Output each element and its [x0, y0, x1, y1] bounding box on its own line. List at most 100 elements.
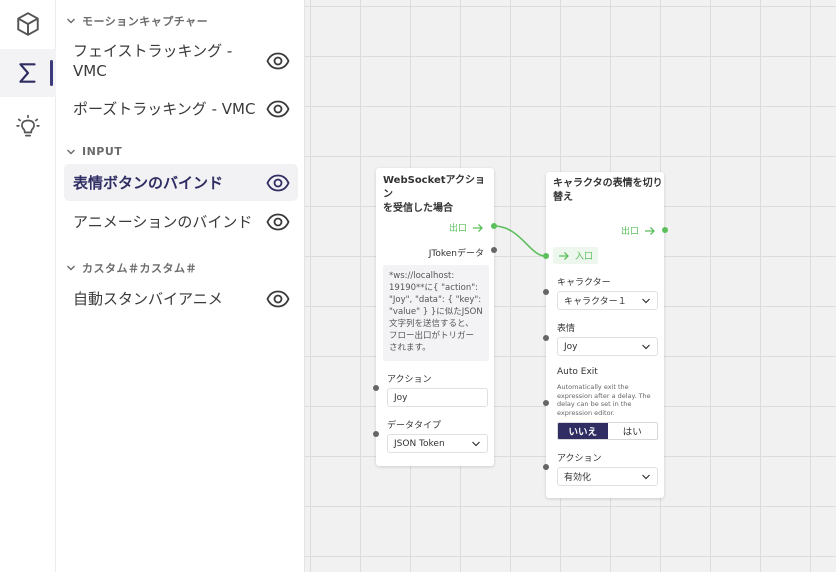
- flow-input[interactable]: 入口: [553, 247, 599, 264]
- sidebar-item-label: アニメーションのバインド: [73, 213, 253, 231]
- category-label: カスタム＃カスタム＃: [82, 262, 197, 275]
- arrow-right-icon: [473, 223, 483, 232]
- chevron-down-icon: [642, 298, 650, 303]
- arrow-right-icon: [645, 226, 655, 235]
- node-description: *ws://localhost: 19190**に{ "action": "Jo…: [383, 265, 489, 361]
- auto-exit-label: Auto Exit: [557, 367, 598, 377]
- desc-line: expression after a delay. The: [557, 391, 651, 400]
- auto-exit-toggle[interactable]: いいえ はい: [557, 422, 658, 440]
- sidebar-item-label-line2: VMC: [73, 62, 107, 80]
- category-motion-capture[interactable]: モーションキャプチャー: [66, 13, 208, 29]
- node-title-line2: 替え: [553, 192, 573, 203]
- eye-icon[interactable]: [266, 97, 290, 121]
- desc-line: フロー出口がトリガー: [389, 331, 475, 341]
- action-label: アクション: [387, 375, 432, 385]
- desc-line: delay can be set in the: [557, 400, 632, 408]
- sidebar-item-label-line1: フェイストラッキング -: [73, 42, 233, 60]
- desc-line: "Joy", "data": { "key":: [389, 295, 482, 305]
- character-input-port[interactable]: [543, 289, 549, 295]
- icon-rail: [0, 0, 56, 572]
- sidebar-item-pose-tracking[interactable]: ポーズトラッキング - VMC: [64, 96, 298, 122]
- desc-line: *ws://localhost:: [389, 271, 455, 281]
- chevron-down-icon: [67, 18, 75, 24]
- character-select[interactable]: キャラクター１: [557, 291, 658, 310]
- sidebar-item-auto-standby[interactable]: 自動スタンバイアニメ: [64, 286, 298, 312]
- toggle-option-yes[interactable]: はい: [607, 423, 657, 439]
- sidebar-item-label: フェイストラッキング - VMC: [73, 41, 232, 81]
- sidebar-item-label: 表情ボタンのバインド: [73, 173, 224, 192]
- node-title-line1: キャラクタの表情を切り: [553, 178, 663, 189]
- node-title: WebSocketアクション を受信した場合: [383, 174, 494, 216]
- token-data-output-label: JTokenデータ: [428, 249, 484, 259]
- rail-active-indicator: [50, 60, 53, 86]
- flow-output-label: 出口: [448, 224, 467, 234]
- category-label: INPUT: [82, 145, 123, 158]
- category-input[interactable]: INPUT: [66, 145, 122, 158]
- auto-exit-description: Automatically exit the expression after …: [557, 383, 661, 417]
- node-websocket-receive[interactable]: WebSocketアクション を受信した場合 出口 JTokenデータ *ws:…: [376, 168, 494, 466]
- action-select[interactable]: 有効化: [557, 467, 658, 486]
- character-select-value: キャラクター１: [564, 297, 627, 307]
- sidebar-item-label: 自動スタンバイアニメ: [73, 290, 223, 308]
- node-title-line1: WebSocketアクション: [383, 175, 486, 200]
- node-title: キャラクタの表情を切り 替え: [553, 177, 663, 205]
- rail-button-assets[interactable]: [0, 0, 56, 48]
- action-input-port[interactable]: [373, 385, 379, 391]
- sidebar-item-label: ポーズトラッキング - VMC: [73, 100, 256, 118]
- sigma-icon: [19, 63, 36, 83]
- token-output-port[interactable]: [491, 247, 497, 253]
- lightbulb-icon: [16, 114, 40, 137]
- flow-input-port[interactable]: [543, 253, 549, 259]
- expression-select[interactable]: Joy: [557, 337, 658, 356]
- rail-button-blueprints[interactable]: [0, 49, 56, 97]
- flow-output-label: 出口: [620, 227, 639, 237]
- flow-output[interactable]: 出口: [621, 224, 656, 237]
- rail-button-ideas[interactable]: [0, 103, 56, 151]
- node-graph-canvas[interactable]: WebSocketアクション を受信した場合 出口 JTokenデータ *ws:…: [305, 0, 836, 572]
- expression-label: 表情: [557, 324, 576, 334]
- desc-line: 19190**に{ "action":: [389, 283, 478, 293]
- sidebar-item-expression-binding[interactable]: 表情ボタンのバインド: [64, 164, 298, 201]
- datatype-select-value: JSON Token: [394, 438, 445, 449]
- desc-line: されます。: [389, 343, 431, 353]
- action-input[interactable]: Joy: [387, 388, 488, 407]
- expression-select-value: Joy: [564, 341, 578, 352]
- chevron-down-icon: [67, 265, 75, 271]
- desc-line: expression editor.: [557, 408, 615, 417]
- eye-icon[interactable]: [266, 287, 290, 311]
- desc-line: 文字列を送信すると、: [389, 319, 474, 329]
- action-input-port[interactable]: [543, 464, 549, 470]
- desc-line: Automatically exit the: [557, 383, 629, 391]
- flow-output[interactable]: 出口: [449, 221, 484, 234]
- action-input-value: Joy: [394, 392, 408, 403]
- flow-input-label: 入口: [575, 252, 594, 262]
- eye-icon[interactable]: [266, 49, 290, 73]
- category-label: モーションキャプチャー: [82, 15, 209, 28]
- category-custom[interactable]: カスタム＃カスタム＃: [66, 260, 197, 276]
- cube-icon: [17, 12, 39, 36]
- chevron-down-icon: [642, 344, 650, 349]
- node-title-line2: を受信した場合: [383, 203, 453, 214]
- action-label: アクション: [557, 454, 602, 464]
- datatype-select[interactable]: JSON Token: [387, 434, 488, 453]
- blueprint-sidebar: モーションキャプチャー フェイストラッキング - VMC ポーズトラッキング -…: [56, 0, 305, 572]
- flow-output-port[interactable]: [491, 223, 497, 229]
- expression-input-port[interactable]: [543, 335, 549, 341]
- action-select-value: 有効化: [564, 473, 592, 483]
- arrow-right-icon: [559, 251, 569, 260]
- auto-exit-input-port[interactable]: [543, 400, 549, 406]
- datatype-input-port[interactable]: [373, 431, 379, 437]
- flow-output-port[interactable]: [662, 227, 668, 233]
- chevron-down-icon: [642, 474, 650, 479]
- datatype-label: データタイプ: [387, 421, 442, 431]
- sidebar-item-animation-binding[interactable]: アニメーションのバインド: [64, 209, 298, 235]
- desc-line: "value" } }に似たJSON: [389, 307, 483, 317]
- chevron-down-icon: [472, 441, 480, 446]
- character-label: キャラクター: [557, 278, 611, 288]
- sidebar-item-face-tracking[interactable]: フェイストラッキング - VMC: [64, 40, 298, 82]
- chevron-down-icon: [67, 149, 75, 154]
- toggle-option-no[interactable]: いいえ: [558, 423, 608, 439]
- eye-icon[interactable]: [266, 171, 290, 195]
- eye-icon[interactable]: [266, 210, 290, 234]
- node-switch-expression[interactable]: キャラクタの表情を切り 替え 出口 入口 キャラクター キャラクター１ 表情 J…: [546, 172, 664, 498]
